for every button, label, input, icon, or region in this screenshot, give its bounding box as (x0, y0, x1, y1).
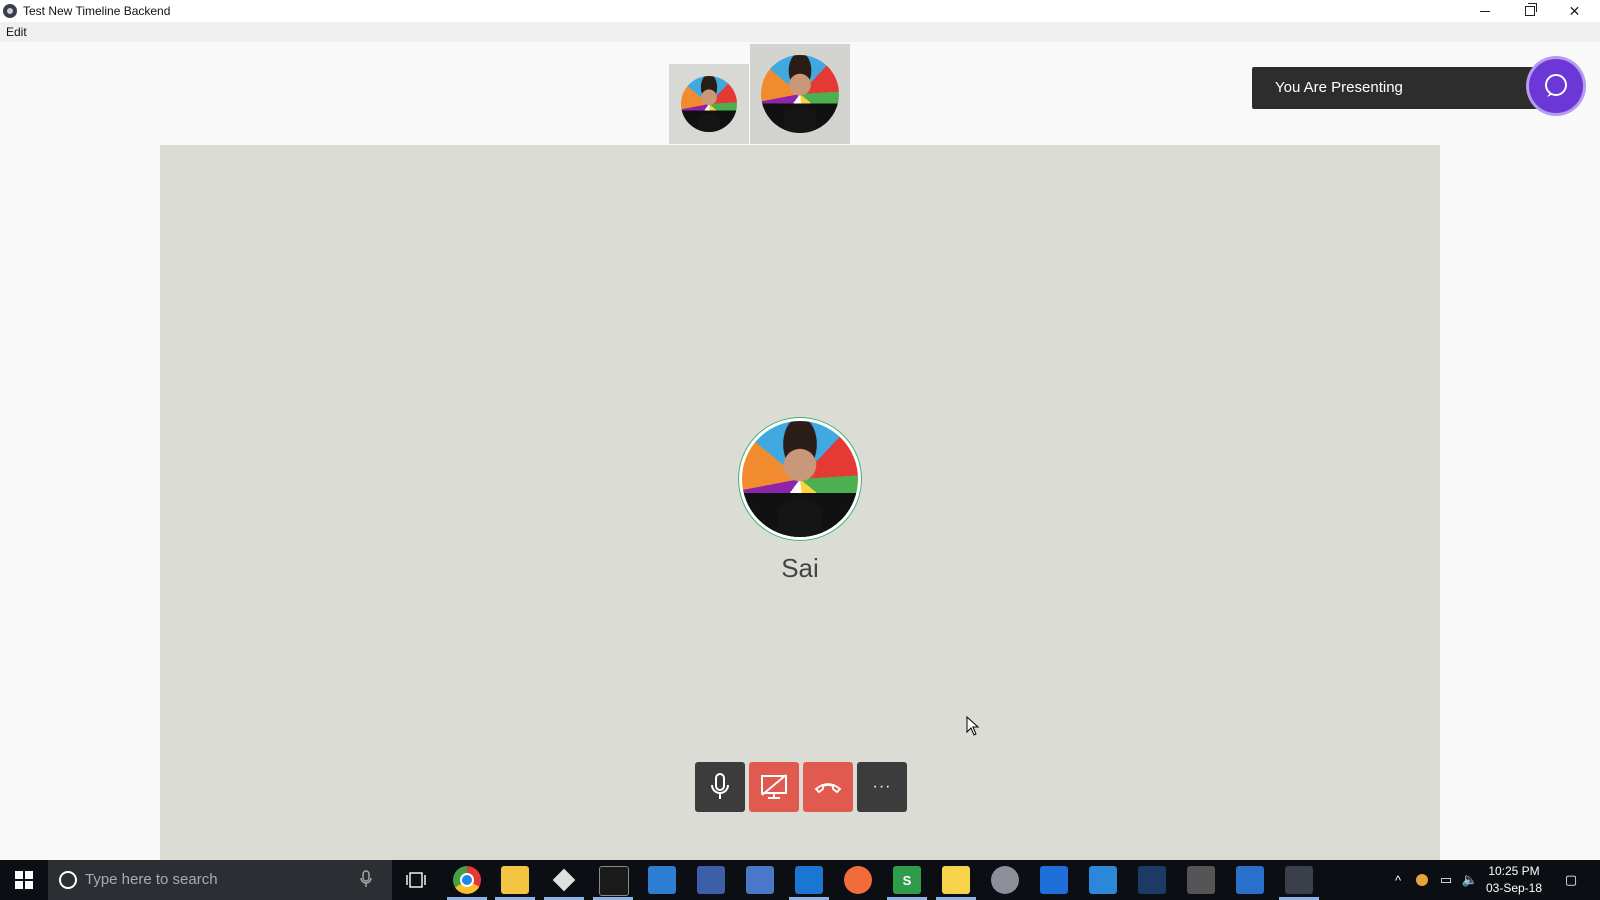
tray-app-icon[interactable] (1412, 860, 1432, 900)
electron-app-icon[interactable] (1285, 866, 1313, 894)
restore-icon (1524, 3, 1537, 16)
participant-thumbnail-2[interactable] (750, 44, 850, 144)
stop-sharing-button[interactable] (749, 762, 799, 812)
s-app-icon[interactable]: S (893, 866, 921, 894)
shark-app-icon[interactable] (1040, 866, 1068, 894)
remote-desktop-icon[interactable] (746, 866, 774, 894)
chat-bubble-icon (1545, 74, 1567, 97)
windows-app-icon[interactable] (1089, 866, 1117, 894)
more-options-button[interactable]: ··· (857, 762, 907, 812)
vscode-icon[interactable] (795, 866, 823, 894)
show-hidden-icons-icon[interactable]: ^ (1388, 860, 1408, 900)
menu-edit[interactable]: Edit (6, 25, 27, 39)
paint-icon[interactable] (991, 866, 1019, 894)
window-title: Test New Timeline Backend (23, 4, 171, 18)
git-icon[interactable] (550, 866, 578, 894)
presenting-banner: You Are Presenting (1252, 67, 1540, 109)
avatar (681, 76, 737, 132)
participant-avatar (739, 418, 861, 540)
task-view-icon[interactable] (402, 866, 430, 894)
avatar (761, 55, 839, 133)
presenting-label: You Are Presenting (1275, 79, 1403, 96)
active-speaker-ring (738, 417, 862, 541)
restore-button[interactable] (1507, 0, 1552, 22)
store-icon[interactable] (1236, 866, 1264, 894)
terminal-icon[interactable] (599, 866, 629, 896)
postman-icon[interactable] (844, 866, 872, 894)
microphone-icon[interactable] (360, 870, 372, 888)
azure-data-studio-icon[interactable] (648, 866, 676, 894)
title-bar: Test New Timeline Backend ✕ (0, 0, 1600, 22)
action-center-icon[interactable]: ▢ (1556, 860, 1586, 900)
call-stage: Sai ··· (160, 145, 1440, 860)
participant-name: Sai (781, 553, 819, 583)
start-button[interactable] (0, 860, 48, 900)
sticky-notes-icon[interactable] (942, 866, 970, 894)
more-icon: ··· (872, 778, 892, 795)
close-icon: ✕ (1568, 2, 1581, 19)
file-explorer-icon[interactable] (501, 866, 529, 894)
presenting-indicator-button[interactable] (1529, 59, 1583, 113)
stop-screen-share-icon (761, 774, 787, 799)
taskbar-search-box[interactable]: Type here to search (48, 860, 392, 900)
clock-time: 10:25 PM (1488, 864, 1540, 878)
network-icon[interactable]: ▭ (1436, 860, 1456, 900)
chrome-icon[interactable] (453, 866, 481, 894)
minimize-icon (1479, 10, 1490, 12)
taskbar: Type here to search S ^ ▭ 🔈 10:25 PM 03-… (0, 860, 1600, 900)
taskbar-clock[interactable]: 10:25 PM 03-Sep-18 (1484, 863, 1544, 897)
menu-bar: Edit (0, 22, 1600, 42)
terminal-app-icon[interactable] (1187, 866, 1215, 894)
windows-logo-icon (15, 871, 33, 889)
search-placeholder: Type here to search (85, 871, 218, 888)
hang-up-icon (814, 783, 842, 794)
mute-microphone-button[interactable] (695, 762, 745, 812)
cortana-icon (59, 871, 77, 889)
end-call-button[interactable] (803, 762, 853, 812)
participant-thumbnail-1[interactable] (669, 64, 749, 144)
app-icon (3, 4, 17, 18)
volume-icon[interactable]: 🔈 (1460, 860, 1480, 900)
close-button[interactable]: ✕ (1552, 0, 1597, 22)
minimize-button[interactable] (1462, 0, 1507, 22)
wireshark-icon[interactable] (1138, 866, 1166, 894)
pen-app-icon[interactable] (697, 866, 725, 894)
clock-date: 03-Sep-18 (1485, 881, 1543, 895)
mouse-cursor (966, 715, 980, 741)
microphone-icon (711, 773, 729, 799)
